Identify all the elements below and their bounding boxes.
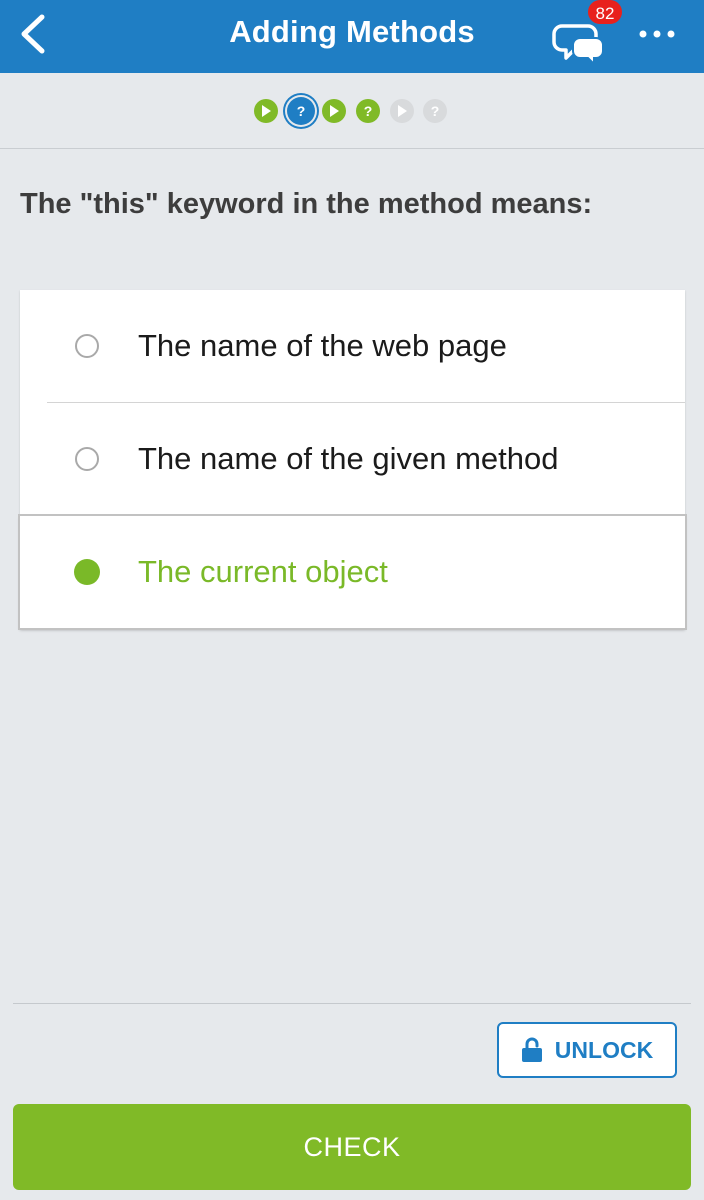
answer-option-3-selected[interactable]: The current object (18, 514, 687, 630)
answer-option-label: The current object (138, 554, 388, 589)
more-horizontal-icon (639, 30, 675, 38)
step-4-question-icon[interactable]: ? (356, 99, 380, 123)
radio-unselected-icon[interactable] (75, 334, 99, 358)
answer-option-label: The name of the web page (138, 328, 507, 363)
step-2-question-icon[interactable]: ? (287, 97, 315, 125)
answer-options: The name of the web page The name of the… (18, 290, 687, 630)
radio-unselected-icon[interactable] (75, 447, 99, 471)
check-button[interactable]: CHECK (13, 1104, 691, 1190)
comments-count-badge: 82 (586, 0, 624, 26)
answer-option-1[interactable]: The name of the web page (20, 290, 685, 402)
lesson-progress: ? ? ? (0, 73, 704, 149)
top-bar: Adding Methods 82 (0, 0, 704, 73)
question-text: The "this" keyword in the method means: (20, 188, 593, 220)
radio-selected-icon[interactable] (74, 559, 100, 585)
answer-option-2[interactable]: The name of the given method (20, 403, 685, 515)
unlock-label: UNLOCK (554, 1036, 654, 1063)
unlock-button[interactable]: UNLOCK (497, 1022, 677, 1078)
lock-icon (521, 1037, 542, 1062)
step-3-play-icon[interactable] (322, 99, 346, 123)
check-label: CHECK (303, 1131, 401, 1162)
actions-divider (13, 1003, 691, 1004)
answer-option-label: The name of the given method (138, 441, 559, 476)
step-6-question-icon: ? (423, 99, 447, 123)
more-options-button[interactable] (630, 14, 684, 54)
step-5-play-icon (390, 99, 414, 123)
step-1-play-icon[interactable] (254, 99, 278, 123)
